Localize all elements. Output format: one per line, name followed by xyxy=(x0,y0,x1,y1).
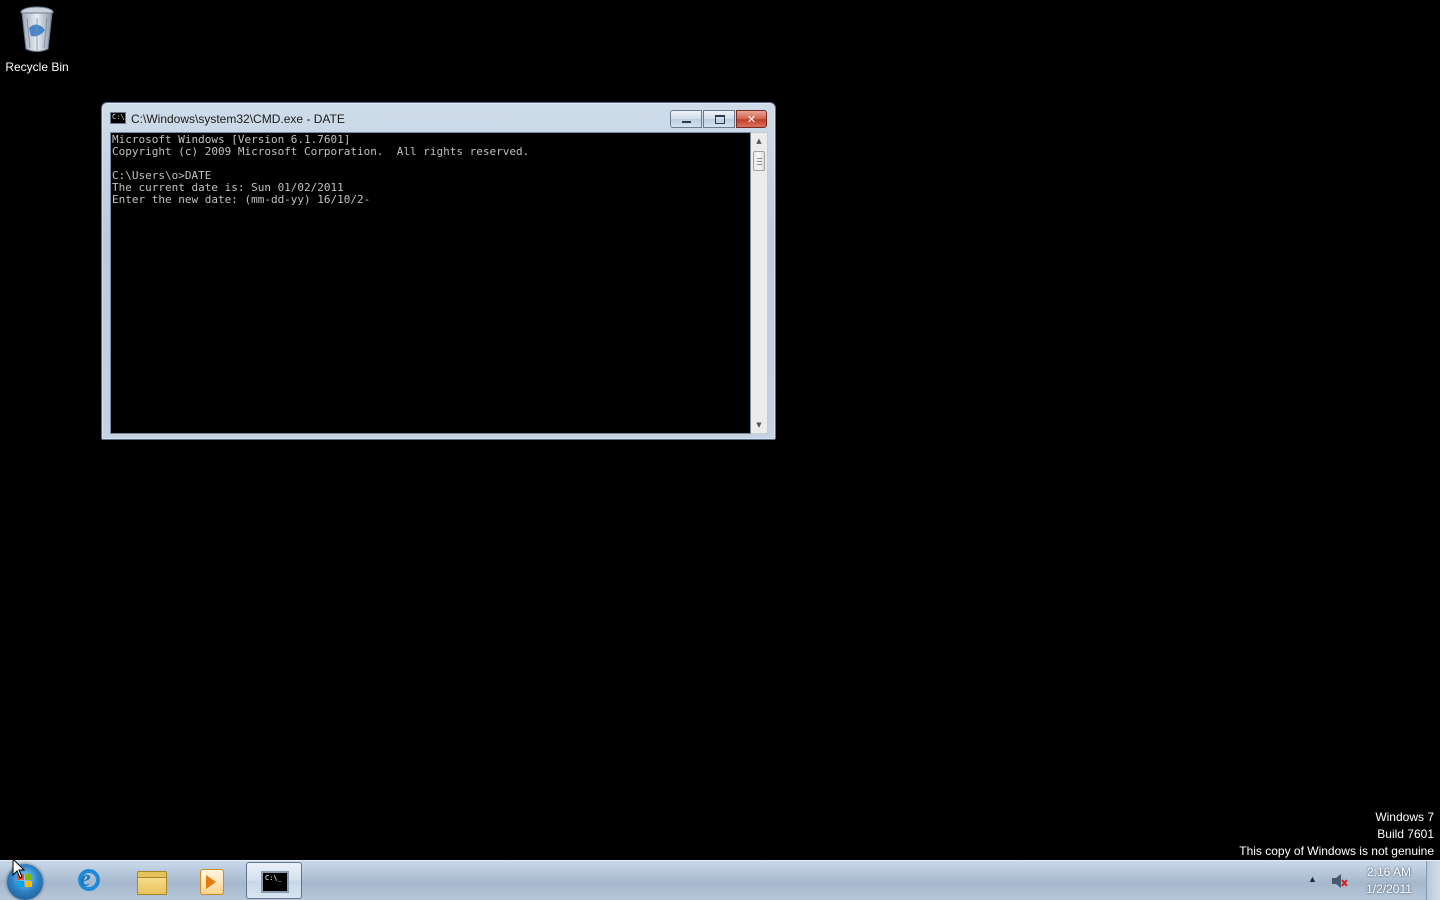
recycle-bin-icon xyxy=(15,4,59,54)
speaker-muted-icon[interactable] xyxy=(1331,873,1349,889)
folder-icon xyxy=(135,866,167,896)
taskbar-windows-explorer[interactable] xyxy=(123,862,179,899)
cmd-icon-text: C:\_ xyxy=(265,874,282,882)
mouse-cursor-icon xyxy=(12,858,26,879)
minimize-button[interactable] xyxy=(670,110,702,128)
console-text: Microsoft Windows [Version 6.1.7601] Cop… xyxy=(112,133,530,206)
show-hidden-icons-button[interactable]: ▲ xyxy=(1308,874,1317,884)
taskbar-command-prompt[interactable]: C:\_ xyxy=(246,862,302,899)
close-icon: ✕ xyxy=(746,112,757,126)
command-prompt-window[interactable]: C:\ C:\Windows\system32\CMD.exe - DATE ✕… xyxy=(101,102,776,440)
system-clock[interactable]: 2:16 AM 1/2/2011 xyxy=(1358,864,1420,898)
internet-explorer-icon: e xyxy=(74,866,106,896)
media-player-icon xyxy=(195,866,227,896)
clock-time: 2:16 AM xyxy=(1366,865,1412,879)
scroll-thumb[interactable] xyxy=(753,151,765,171)
scroll-up-arrow-icon[interactable]: ▲ xyxy=(751,133,767,149)
genuine-watermark: Windows 7 Build 7601 This copy of Window… xyxy=(1239,809,1434,860)
close-button[interactable]: ✕ xyxy=(736,110,767,128)
taskbar-internet-explorer[interactable]: e xyxy=(62,862,118,899)
clock-date: 1/2/2011 xyxy=(1366,882,1412,896)
window-titlebar[interactable]: C:\ C:\Windows\system32\CMD.exe - DATE ✕ xyxy=(102,103,775,133)
taskbar-media-player[interactable] xyxy=(183,862,239,899)
thumb-grip xyxy=(757,158,762,159)
app-icon-text: C:\ xyxy=(112,113,125,121)
window-title: C:\Windows\system32\CMD.exe - DATE xyxy=(131,112,345,126)
watermark-build: Build 7601 xyxy=(1377,827,1434,841)
scroll-down-arrow-icon[interactable]: ▼ xyxy=(751,417,767,433)
maximize-icon xyxy=(715,115,725,124)
minimize-icon xyxy=(682,121,691,123)
desktop: Recycle Bin C:\ C:\Windows\system32\CMD.… xyxy=(0,0,1440,860)
taskbar: e C:\_ ▲ 2:16 AM 1/2/2011 xyxy=(0,860,1440,900)
maximize-button[interactable] xyxy=(703,110,735,128)
watermark-os: Windows 7 xyxy=(1375,810,1434,824)
thumb-grip xyxy=(757,161,762,162)
recycle-bin-shortcut[interactable]: Recycle Bin xyxy=(2,4,72,76)
caption-buttons: ✕ xyxy=(669,110,767,128)
thumb-grip xyxy=(757,164,762,165)
recycle-bin-label: Recycle Bin xyxy=(5,60,69,74)
command-prompt-icon[interactable]: C:\ xyxy=(110,112,126,124)
watermark-genuine-notice: This copy of Windows is not genuine xyxy=(1239,844,1434,858)
console-output[interactable]: Microsoft Windows [Version 6.1.7601] Cop… xyxy=(110,132,751,434)
vertical-scrollbar[interactable]: ▲ ▼ xyxy=(751,132,768,434)
command-prompt-icon: C:\_ xyxy=(259,867,291,897)
show-desktop-button[interactable] xyxy=(1426,861,1440,900)
